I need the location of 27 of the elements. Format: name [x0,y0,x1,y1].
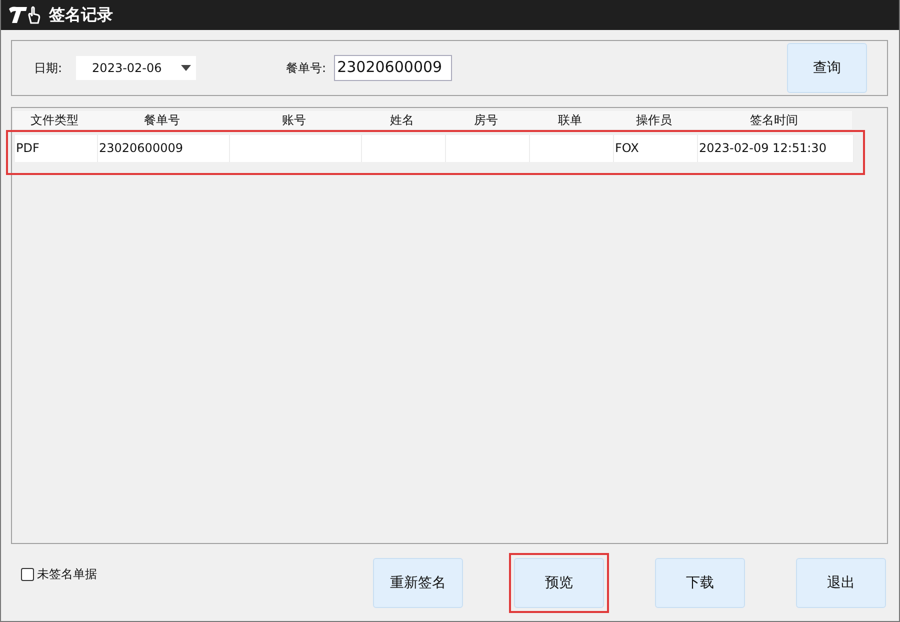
query-button[interactable]: 查询 [787,43,867,93]
checkbox-label[interactable]: 未签名单据 [37,566,97,583]
action-button[interactable]: 重新签名 [373,558,463,608]
action-button[interactable]: 预览 [514,558,604,608]
window-title: 签名记录 [49,4,113,26]
column-header[interactable]: 操作员 [612,111,696,129]
column-header[interactable]: 餐单号 [96,111,228,129]
table-cell: FOX [614,135,698,162]
date-picker[interactable]: 2023-02-06 [76,56,196,80]
column-header[interactable]: 房号 [444,111,528,129]
column-header[interactable]: 联单 [528,111,612,129]
order-number-field[interactable]: 23020600009 [334,55,452,81]
column-header[interactable]: 账号 [228,111,360,129]
column-header[interactable]: 姓名 [360,111,444,129]
order-number-label: 餐单号: [286,60,326,76]
checkbox[interactable] [21,568,34,581]
table-cell: 23020600009 [98,135,230,162]
action-button[interactable]: 下载 [655,558,745,608]
table-cell: PDF [15,135,98,162]
column-header[interactable]: 签名时间 [696,111,852,129]
table-cell: 2023-02-09 12:51:30 [698,135,854,162]
logo-icon [7,5,43,25]
dropdown-arrow-icon [181,65,192,71]
date-label: 日期: [34,60,62,76]
column-header[interactable]: 文件类型 [13,111,96,129]
table-row[interactable]: PDF 23020600009 FOX 2023-02-09 12:51:30 [15,135,854,162]
action-button[interactable]: 退出 [796,558,886,608]
